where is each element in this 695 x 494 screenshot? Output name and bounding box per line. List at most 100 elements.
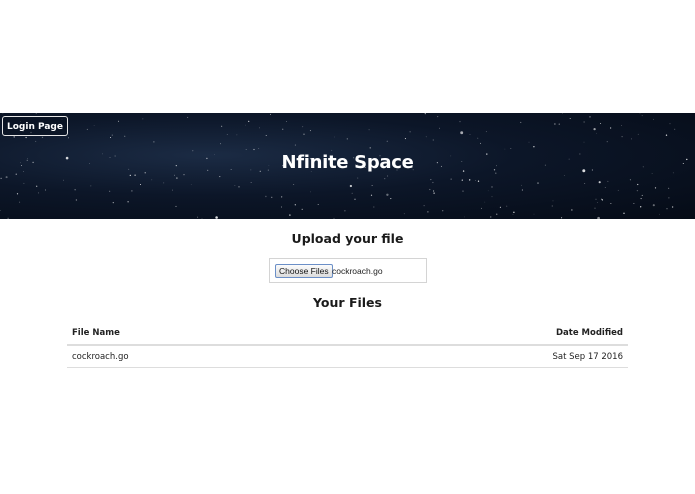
star-dot [561,217,563,219]
table-header-row: File Name Date Modified [67,322,628,346]
star-dot [480,142,481,144]
star-dot [554,123,556,125]
star-dot [633,203,635,205]
star-dot [23,182,25,184]
star-dot [629,179,631,181]
star-dot [271,196,273,198]
star-dot [596,132,597,134]
star-dot [424,113,426,115]
star-dot [459,120,461,123]
star-dot [124,135,126,137]
star-dot [219,176,221,178]
star-dot [606,141,608,143]
upload-heading: Upload your file [291,231,404,246]
star-dot [667,187,670,190]
star-dot [491,196,493,198]
star-dot [370,194,373,196]
star-dot [187,116,189,118]
star-dot [265,135,267,136]
star-dot [371,185,373,187]
star-dot [469,179,471,181]
star-dot [520,121,522,123]
star-dot [403,213,405,215]
star-dot [631,138,633,140]
star-dot [293,183,295,185]
star-dot [351,192,353,194]
file-upload-input[interactable]: Choose Files cockroach.go [269,258,427,283]
login-page-button[interactable]: Login Page [2,116,68,136]
star-dot [74,189,76,191]
star-dot [238,186,240,188]
star-dot [346,138,348,140]
hero-banner: Login Page Nfinite Space [0,113,695,219]
star-dot [386,193,389,196]
page-title: Nfinite Space [281,152,414,173]
star-dot [294,204,296,206]
star-dot [460,131,464,135]
star-dot [477,137,479,139]
star-dot [563,175,565,177]
star-dot [153,141,155,143]
star-dot [404,138,406,140]
star-dot [236,134,238,136]
star-dot [248,120,250,123]
star-dot [609,127,612,129]
star-dot [301,208,303,210]
star-dot [469,133,471,135]
star-dot [25,136,27,139]
star-dot [464,216,465,218]
star-dot [221,125,223,127]
star-dot [2,113,4,115]
star-dot [127,201,129,203]
star-dot [258,148,260,150]
star-dot [665,134,668,136]
star-dot [584,182,586,184]
star-dot [37,192,40,194]
table-row[interactable]: cockroach.go Sat Sep 17 2016 [67,345,628,368]
star-dot [583,141,585,143]
star-dot [600,198,603,200]
star-dot [234,185,236,186]
star-dot [369,147,371,149]
star-dot [190,184,192,185]
star-dot [513,211,515,213]
star-dot [438,127,441,129]
star-dot [220,143,222,145]
star-dot [593,127,596,131]
star-dot [639,113,641,114]
star-dot [373,206,375,208]
star-dot [172,189,173,191]
star-dot [226,134,228,135]
star-dot [45,189,46,191]
star-dot [597,216,600,219]
star-dot [600,122,602,124]
star-dot [63,179,64,181]
star-dot [533,146,535,148]
star-dot [163,182,165,184]
star-dot [640,198,642,200]
file-name-cell[interactable]: cockroach.go [67,345,321,368]
star-dot [491,186,493,188]
star-dot [333,217,335,219]
choose-files-button[interactable]: Choose Files [275,264,333,278]
star-dot [140,184,141,185]
star-dot [506,205,508,207]
star-dot [5,176,8,179]
star-dot [521,189,523,191]
star-dot [484,201,486,203]
star-dot [485,131,487,133]
star-dot [386,140,388,142]
star-dot [15,173,17,175]
star-dot [621,125,622,126]
star-dot [481,207,482,209]
star-dot [175,205,177,207]
star-dot [651,173,653,174]
files-table: File Name Date Modified cockroach.go Sat… [67,322,628,368]
star-dot [215,216,218,219]
star-dot [250,182,252,183]
star-dot [637,133,639,135]
star-dot [430,179,432,181]
star-dot [571,209,573,211]
star-dot [533,213,535,215]
star-dot [357,177,359,179]
